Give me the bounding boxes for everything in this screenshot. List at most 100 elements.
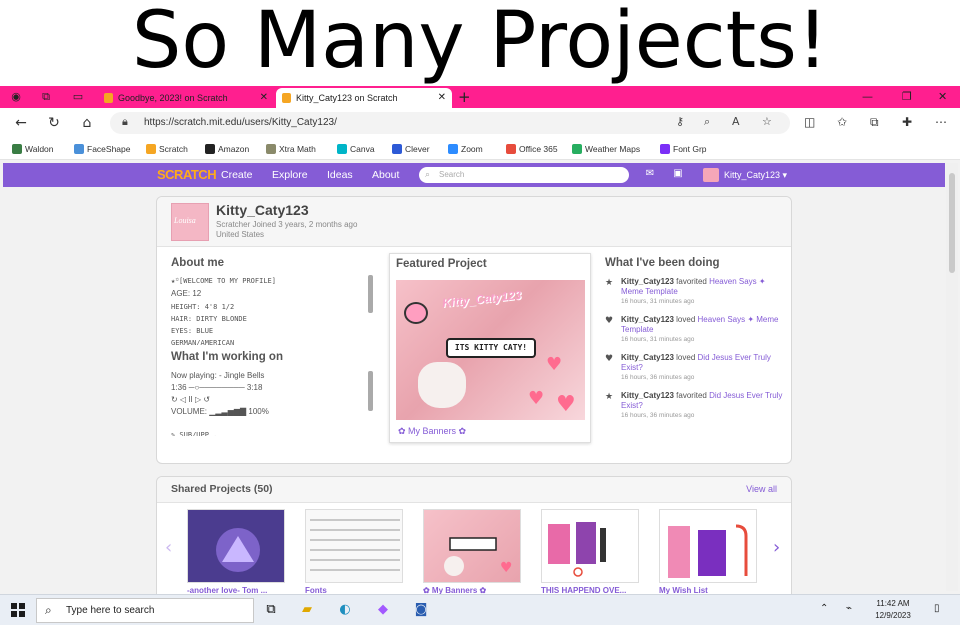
close-icon[interactable]: ✕	[438, 88, 446, 108]
working-line: ✎ SUB/UPP...	[171, 431, 222, 436]
bookmark-faceshape[interactable]: FaceShape	[74, 142, 130, 156]
bookmark-font-grp[interactable]: Font Grp	[660, 142, 707, 156]
nav-create[interactable]: Create	[221, 163, 253, 187]
url-field[interactable]: 🔒︎ https://scratch.mit.edu/users/Kitty_C…	[110, 112, 790, 134]
tray-chevron-icon[interactable]: ⌃	[820, 603, 828, 614]
bookmark-waldon[interactable]: Waldon	[12, 142, 54, 156]
bookmark-amazon[interactable]: Amazon	[205, 142, 249, 156]
windows-start-icon[interactable]	[11, 603, 25, 617]
project-thumbnail[interactable]	[187, 509, 285, 583]
heart-icon: ♥	[556, 392, 576, 417]
more-menu-icon[interactable]: ⋯	[935, 115, 947, 129]
activity-verb: favorited	[676, 391, 707, 400]
profile-icon[interactable]: ◉	[8, 89, 24, 105]
working-on-scrollbar[interactable]	[368, 371, 373, 411]
avatar[interactable]	[703, 168, 719, 182]
tab-title: Goodbye, 2023! on Scratch	[118, 93, 228, 103]
extensions-icon[interactable]: ✚	[902, 115, 912, 129]
account-menu[interactable]: Kitty_Caty123 ▾	[724, 163, 787, 187]
nav-about[interactable]: About	[372, 163, 399, 187]
carousel-next-icon[interactable]: ›	[773, 537, 780, 558]
edge-browser-icon[interactable]: ◐	[336, 601, 354, 619]
close-icon[interactable]: ✕	[260, 88, 268, 108]
tab-goodbye-2023[interactable]: Goodbye, 2023! on Scratch ✕	[98, 88, 274, 108]
new-tab-icon[interactable]: +	[458, 88, 471, 106]
activity-user[interactable]: Kitty_Caty123	[621, 277, 674, 286]
favorite-star-icon[interactable]: ☆	[762, 115, 772, 128]
close-window-icon[interactable]: ✕	[938, 88, 947, 106]
bookmark-zoom[interactable]: Zoom	[448, 142, 483, 156]
copilot-icon[interactable]: ◆	[374, 601, 392, 619]
split-screen-icon[interactable]: ◫	[804, 115, 815, 129]
favorites-icon[interactable]: ✩	[837, 115, 847, 129]
featured-project-card: Featured Project Kitty_Caty123 ITS KITTY…	[389, 253, 591, 443]
taskbar-search-input[interactable]: ⌕ Type here to search	[36, 598, 254, 623]
bookmarks-bar: Waldon FaceShape Scratch Amazon Xtra Mat…	[0, 138, 960, 160]
lock-icon[interactable]: 🔒︎	[122, 115, 128, 129]
scratch-favicon-icon	[104, 93, 113, 103]
featured-project-link[interactable]: ✿ My Banners ✿	[398, 426, 466, 437]
carousel-prev-icon[interactable]: ‹	[165, 537, 172, 558]
network-icon[interactable]: ⌁	[846, 603, 852, 614]
bookmark-clever[interactable]: Clever	[392, 142, 430, 156]
activity-text: Kitty_Caty123 favorited Did Jesus Ever T…	[621, 391, 787, 411]
project-thumbnail[interactable]	[541, 509, 639, 583]
nav-explore[interactable]: Explore	[272, 163, 308, 187]
home-icon[interactable]: ⌂	[78, 114, 96, 132]
back-icon[interactable]: ←	[12, 114, 30, 132]
speech-bubble: ITS KITTY CATY!	[446, 338, 536, 358]
view-all-link[interactable]: View all	[746, 484, 777, 494]
project-thumbnail[interactable]	[659, 509, 757, 583]
activity-user[interactable]: Kitty_Caty123	[621, 391, 674, 400]
bookmark-canva[interactable]: Canva	[337, 142, 375, 156]
bookmark-label: Zoom	[461, 144, 483, 154]
bookmark-xtra-math[interactable]: Xtra Math	[266, 142, 316, 156]
bookmark-label: Weather Maps	[585, 144, 641, 154]
scratch-search-input[interactable]: ⌕ Search	[419, 167, 629, 183]
tab-actions-icon[interactable]: ▭	[70, 89, 86, 105]
featured-project-thumbnail[interactable]: Kitty_Caty123 ITS KITTY CATY! ♥ ♥ ♥	[396, 280, 585, 420]
camera-app-icon[interactable]: ◙	[412, 601, 430, 619]
activity-text: Kitty_Caty123 favorited Heaven Says ✦ Me…	[621, 277, 787, 297]
project-title[interactable]: ✿ My Banners ✿	[423, 586, 521, 594]
bookmark-scratch[interactable]: Scratch	[146, 142, 188, 156]
notifications-icon[interactable]: ▯	[934, 603, 940, 614]
project-title[interactable]: Fonts	[305, 586, 403, 594]
task-view-icon[interactable]: ⧉	[262, 601, 280, 619]
activity-text: Kitty_Caty123 loved Heaven Says ✦ Meme T…	[621, 315, 787, 335]
my-stuff-icon[interactable]: ▣	[671, 168, 685, 180]
project-thumbnail[interactable]	[305, 509, 403, 583]
zoom-icon[interactable]: ⌕	[704, 115, 710, 129]
messages-icon[interactable]: ✉	[643, 168, 657, 180]
page-scrollbar[interactable]	[946, 163, 958, 591]
profile-header: Louisa Kitty_Caty123 Scratcher Joined 3 …	[157, 197, 791, 247]
scratch-logo[interactable]: SCRATCH	[157, 167, 217, 183]
refresh-icon[interactable]: ↻	[45, 114, 63, 132]
about-me-scrollbar[interactable]	[368, 275, 373, 313]
bookmark-office-365[interactable]: Office 365	[506, 142, 558, 156]
nav-ideas[interactable]: Ideas	[327, 163, 353, 187]
activity-user[interactable]: Kitty_Caty123	[621, 315, 674, 324]
project-title[interactable]: -another love- Tom ...	[187, 586, 285, 594]
file-explorer-icon[interactable]: ▰	[298, 601, 316, 619]
workspaces-icon[interactable]: ⧉	[38, 89, 54, 105]
activity-user[interactable]: Kitty_Caty123	[621, 353, 674, 362]
project-title[interactable]: My Wish List	[659, 586, 757, 594]
bookmark-icon	[146, 144, 156, 154]
bookmark-icon	[660, 144, 670, 154]
minimize-icon[interactable]: —	[862, 88, 873, 106]
url-text[interactable]: https://scratch.mit.edu/users/Kitty_Caty…	[144, 112, 337, 134]
project-title[interactable]: THIS HAPPEND OVE...	[541, 586, 639, 594]
clock-time[interactable]: 11:42 AM	[868, 599, 918, 608]
scrollbar-thumb[interactable]	[949, 173, 955, 273]
clock-date[interactable]: 12/9/2023	[868, 611, 918, 620]
collections-icon[interactable]: ⧉	[870, 115, 879, 130]
bookmark-weather-maps[interactable]: Weather Maps	[572, 142, 640, 156]
tab-kitty-caty123[interactable]: Kitty_Caty123 on Scratch ✕	[276, 88, 452, 108]
project-thumbnail[interactable]: ♥	[423, 509, 521, 583]
restore-icon[interactable]: ❐	[902, 88, 912, 106]
key-icon[interactable]: ⚷	[676, 115, 684, 128]
search-placeholder: Search	[439, 170, 465, 179]
working-on-title: What I'm working on	[171, 351, 283, 363]
read-aloud-icon[interactable]: A	[732, 115, 740, 128]
